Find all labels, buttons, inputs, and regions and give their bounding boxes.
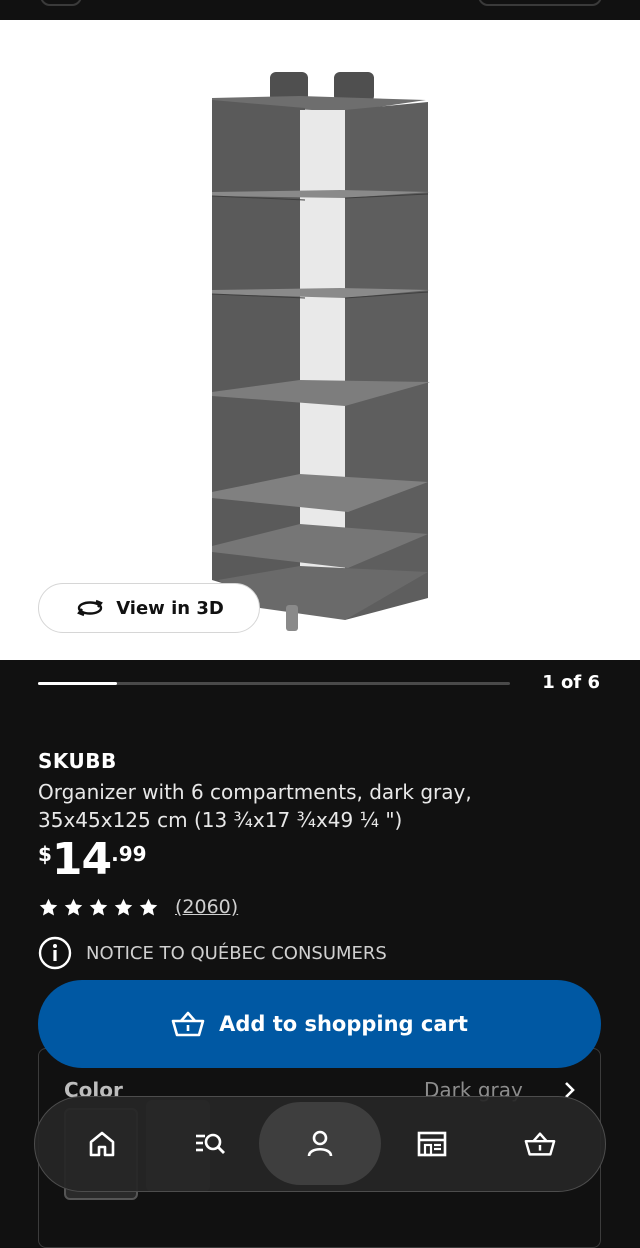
home-icon [89, 1131, 115, 1156]
product-name: SKUBB [38, 749, 117, 773]
header-action-edge[interactable] [478, 0, 602, 6]
add-to-cart-button[interactable]: Add to shopping cart [38, 980, 601, 1068]
product-image-gallery[interactable] [0, 20, 640, 660]
view-in-3d-label: View in 3D [116, 597, 224, 619]
product-rating[interactable]: (2060) [38, 896, 238, 918]
search-list-icon [196, 1133, 225, 1154]
bottom-navigation-bar [34, 1096, 606, 1192]
gallery-progress-fill [38, 682, 117, 685]
product-price: $ 14 .99 [38, 836, 147, 884]
store-icon [417, 1131, 447, 1156]
person-icon [307, 1130, 333, 1156]
star-icon [114, 898, 133, 916]
back-button-edge[interactable] [40, 0, 82, 6]
info-icon [38, 936, 72, 970]
gallery-page-counter: 1 of 6 [542, 672, 600, 693]
product-description: Organizer with 6 compartments, dark gray… [38, 780, 472, 832]
quebec-notice-label: NOTICE TO QUÉBEC CONSUMERS [86, 942, 387, 964]
nav-profile[interactable] [259, 1102, 381, 1185]
reviews-count-link[interactable]: (2060) [175, 896, 238, 918]
view-in-3d-button[interactable]: View in 3D [38, 583, 260, 633]
nav-search[interactable] [155, 1097, 265, 1190]
price-whole: 14 [51, 834, 112, 885]
nav-home[interactable] [47, 1097, 157, 1190]
basket-icon [524, 1131, 556, 1156]
gallery-progress-bar [38, 682, 510, 685]
price-cents: .99 [111, 842, 147, 866]
star-icon [139, 898, 158, 916]
star-icon [64, 898, 83, 916]
top-status-strip [0, 0, 640, 20]
basket-icon [171, 1011, 205, 1037]
star-icon [39, 898, 58, 916]
rotate-3d-icon [77, 599, 104, 617]
nav-stores[interactable] [377, 1097, 487, 1190]
quebec-notice-link[interactable]: NOTICE TO QUÉBEC CONSUMERS [38, 936, 387, 970]
add-to-cart-label: Add to shopping cart [219, 1012, 468, 1036]
product-image [211, 72, 430, 631]
price-currency: $ [38, 842, 52, 866]
nav-cart[interactable] [485, 1097, 595, 1190]
star-icon [89, 898, 108, 916]
